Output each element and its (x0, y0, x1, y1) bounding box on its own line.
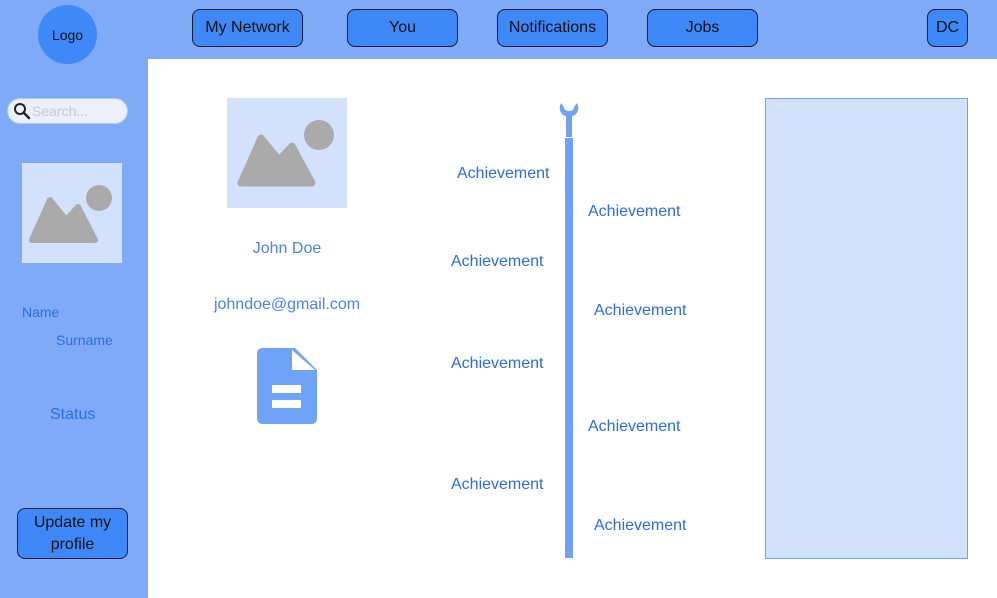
surname-label: Surname (56, 332, 113, 348)
achievement-item: Achievement (451, 476, 544, 493)
image-placeholder-icon (237, 120, 334, 187)
search-box[interactable] (7, 98, 128, 124)
sidebar-profile-image (22, 163, 122, 263)
achievement-item: Achievement (451, 355, 544, 372)
update-profile-button[interactable]: Update my profile (17, 508, 128, 559)
profile-image (227, 98, 347, 208)
nav-you-button[interactable]: You (347, 9, 458, 47)
nav-jobs-button[interactable]: Jobs (647, 9, 758, 47)
nav-notifications-button[interactable]: Notifications (497, 9, 608, 47)
right-side-panel (765, 98, 968, 559)
user-avatar-button[interactable]: DC (927, 9, 968, 47)
profile-email[interactable]: johndoe@gmail.com (187, 296, 387, 314)
search-icon (14, 103, 31, 120)
timeline-bar (565, 138, 573, 558)
profile-name: John Doe (252, 240, 322, 257)
achievement-item: Achievement (457, 165, 550, 182)
image-placeholder-icon (29, 185, 112, 243)
status-label: Status (50, 406, 96, 423)
nav-my-network-button[interactable]: My Network (192, 9, 303, 47)
achievement-item: Achievement (594, 302, 687, 319)
achievement-item: Achievement (594, 517, 687, 534)
document-icon[interactable] (257, 348, 317, 424)
achievement-item: Achievement (588, 203, 681, 220)
achievement-item: Achievement (451, 253, 544, 270)
search-input[interactable] (32, 102, 122, 120)
name-label: Name (22, 304, 60, 320)
achievement-item: Achievement (588, 418, 681, 435)
wrench-icon (559, 103, 579, 137)
logo[interactable]: Logo (38, 5, 97, 64)
